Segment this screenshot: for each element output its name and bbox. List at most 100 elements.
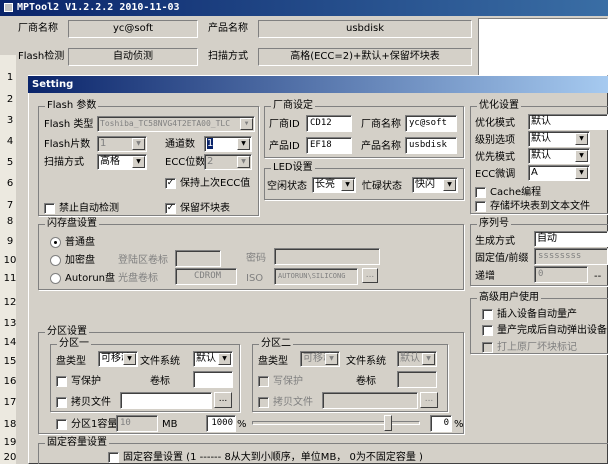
pname-input[interactable]: usbdisk — [405, 137, 457, 154]
p1-browse-button[interactable]: ... — [214, 392, 232, 408]
vid-input[interactable]: CD12 — [306, 115, 352, 132]
partition-slider-thumb[interactable] — [384, 415, 392, 431]
p1-copy-input[interactable] — [120, 392, 212, 409]
checkbox-icon: ✓ — [165, 202, 176, 214]
opt-ecc-label: ECC微调 — [475, 169, 516, 180]
led-busy-select[interactable]: 快闪 ▼ — [412, 177, 458, 193]
p1-percent-input[interactable]: 1000 — [206, 415, 236, 432]
row-number: 13 — [3, 318, 17, 329]
p1-write-protect-checkbox[interactable]: 写保护 — [56, 375, 101, 388]
led-idle-select[interactable]: 长亮 ▼ — [312, 177, 356, 193]
chevron-down-icon: ▼ — [325, 353, 338, 365]
p2-copy-checkbox[interactable]: 拷贝文件 — [258, 396, 313, 409]
flash-count-select[interactable]: 1 ▼ — [97, 136, 147, 152]
mark-bad-checkbox[interactable]: 打上原厂坏块标记 — [482, 341, 577, 354]
pid-input[interactable]: EF18 — [306, 137, 352, 154]
iso-input[interactable]: AUTORUN\SILICONG — [274, 268, 358, 285]
flash-type-label: Flash 类型 — [44, 119, 94, 130]
optimize-group-title: 优化设置 — [477, 100, 521, 112]
serial-fixed-input[interactable]: ssssssss — [534, 248, 608, 265]
row-number: 7 — [6, 200, 14, 211]
auto-eject-checkbox[interactable]: 量产完成后自动弹出设备 — [482, 324, 607, 337]
cd-label: 光盘卷标 — [118, 273, 158, 284]
checkbox-icon — [482, 308, 493, 320]
encrypted-disk-radio[interactable]: 加密盘 — [50, 254, 95, 267]
opt-level-select[interactable]: 默认 ▼ — [528, 131, 590, 147]
p2-fs-select[interactable]: 默认 ▼ — [397, 351, 437, 367]
radio-icon — [50, 236, 61, 248]
p2-copy-input[interactable] — [322, 392, 418, 409]
row-number: 9 — [6, 236, 14, 247]
p1-volume-input[interactable] — [193, 371, 233, 388]
checkbox-icon — [56, 375, 67, 387]
serial-inc-input[interactable]: 0 — [534, 266, 588, 283]
login-input[interactable] — [175, 250, 221, 267]
row-number: 18 — [3, 419, 17, 430]
p2-percent-input[interactable]: 0 — [430, 415, 452, 432]
serial-fixed-label: 固定值/前缀 — [475, 253, 529, 264]
iso-browse-button[interactable]: ... — [362, 268, 378, 283]
channel-select[interactable]: 1 ▼ — [204, 136, 252, 152]
channel-label: 通道数 — [165, 139, 195, 150]
flash-scan-select[interactable]: 高格 ▼ — [97, 154, 147, 170]
flash-type-select[interactable]: Toshiba_TC58NVG4T2ETA00_TLC ▼ — [97, 116, 255, 132]
opt-mode-select[interactable]: 默认 — [528, 114, 608, 130]
keep-bad-block-checkbox[interactable]: ✓ 保留坏块表 — [165, 202, 230, 215]
p1-fs-select[interactable]: 默认 ▼ — [193, 351, 233, 367]
chevron-down-icon: ▼ — [422, 353, 435, 365]
led-group-title: LED设置 — [271, 162, 315, 174]
row-number: 17 — [3, 397, 17, 408]
main-product-value: usbdisk — [258, 20, 472, 38]
login-label: 登陆区卷标 — [118, 255, 168, 266]
vname-label: 厂商名称 — [361, 119, 401, 130]
cache-checkbox[interactable]: Cache编程 — [475, 186, 541, 199]
opt-ecc-select[interactable]: A ▼ — [528, 165, 590, 181]
iso-label: ISO — [246, 273, 264, 284]
fixed-capacity-checkbox[interactable]: 固定容量设置 (1 ------ 8从大到小顺序，单位MB， 0为不固定容量 ) — [108, 451, 423, 464]
p2-volume-input[interactable] — [397, 371, 437, 388]
checkbox-icon — [44, 202, 55, 214]
disable-auto-detect-checkbox[interactable]: 禁止自动检测 — [44, 202, 119, 215]
p2-volume-label: 卷标 — [356, 376, 376, 387]
app-icon — [4, 2, 13, 12]
row-number: 6 — [6, 178, 14, 189]
checkbox-icon — [475, 200, 486, 212]
partition-slider-track[interactable] — [252, 421, 420, 425]
cd-input[interactable]: CDROM — [175, 268, 237, 285]
serial-gen-select[interactable]: 自动 — [534, 231, 608, 247]
partition2-title: 分区二 — [259, 338, 293, 350]
save-bad-table-checkbox[interactable]: 存储坏块表到文本文件 — [475, 200, 590, 213]
p1-disk-type-select[interactable]: 可移动 ▼ — [98, 351, 138, 367]
row-number: 3 — [6, 115, 14, 126]
p2-browse-button[interactable]: ... — [420, 392, 438, 408]
row-number: 11 — [3, 273, 17, 284]
insert-auto-checkbox[interactable]: 插入设备自动量产 — [482, 308, 577, 321]
serial-inc-label: 递增 — [475, 271, 495, 282]
opt-priority-select[interactable]: 默认 ▼ — [528, 148, 590, 164]
row-number: 15 — [3, 356, 17, 367]
keep-ecc-checkbox[interactable]: ✓ 保持上次ECC值 — [165, 177, 250, 190]
p1-copy-checkbox[interactable]: 拷贝文件 — [56, 396, 111, 409]
p2-write-protect-checkbox[interactable]: 写保护 — [258, 375, 303, 388]
row-number: 8 — [6, 216, 14, 227]
row-number: 5 — [6, 157, 14, 168]
autorun-disk-radio[interactable]: Autorun盘 — [50, 272, 115, 285]
setting-dialog-title[interactable]: Setting — [28, 76, 608, 93]
checkbox-icon — [258, 396, 269, 408]
p1-capacity-input[interactable]: 10 — [116, 415, 158, 432]
p1-capacity-checkbox[interactable]: 分区1容量 — [56, 418, 117, 431]
vid-label: 厂商ID — [269, 119, 300, 130]
ecc-select[interactable]: 2 ▼ — [204, 154, 252, 170]
p1-disk-type-label: 盘类型 — [56, 356, 86, 367]
led-idle-label: 空闲状态 — [267, 181, 307, 192]
normal-disk-radio[interactable]: 普通盘 — [50, 236, 95, 249]
vname-input[interactable]: yc@soft — [405, 115, 457, 132]
p2-disk-type-select[interactable]: 可移动 ▼ — [300, 351, 340, 367]
percent-sign: % — [237, 419, 247, 430]
radio-icon — [50, 254, 61, 266]
password-input[interactable] — [274, 248, 380, 265]
mb-label: MB — [162, 419, 178, 430]
percent-sign-2: % — [454, 419, 464, 430]
row-number: 20 — [3, 452, 17, 463]
row-number: 12 — [3, 297, 17, 308]
